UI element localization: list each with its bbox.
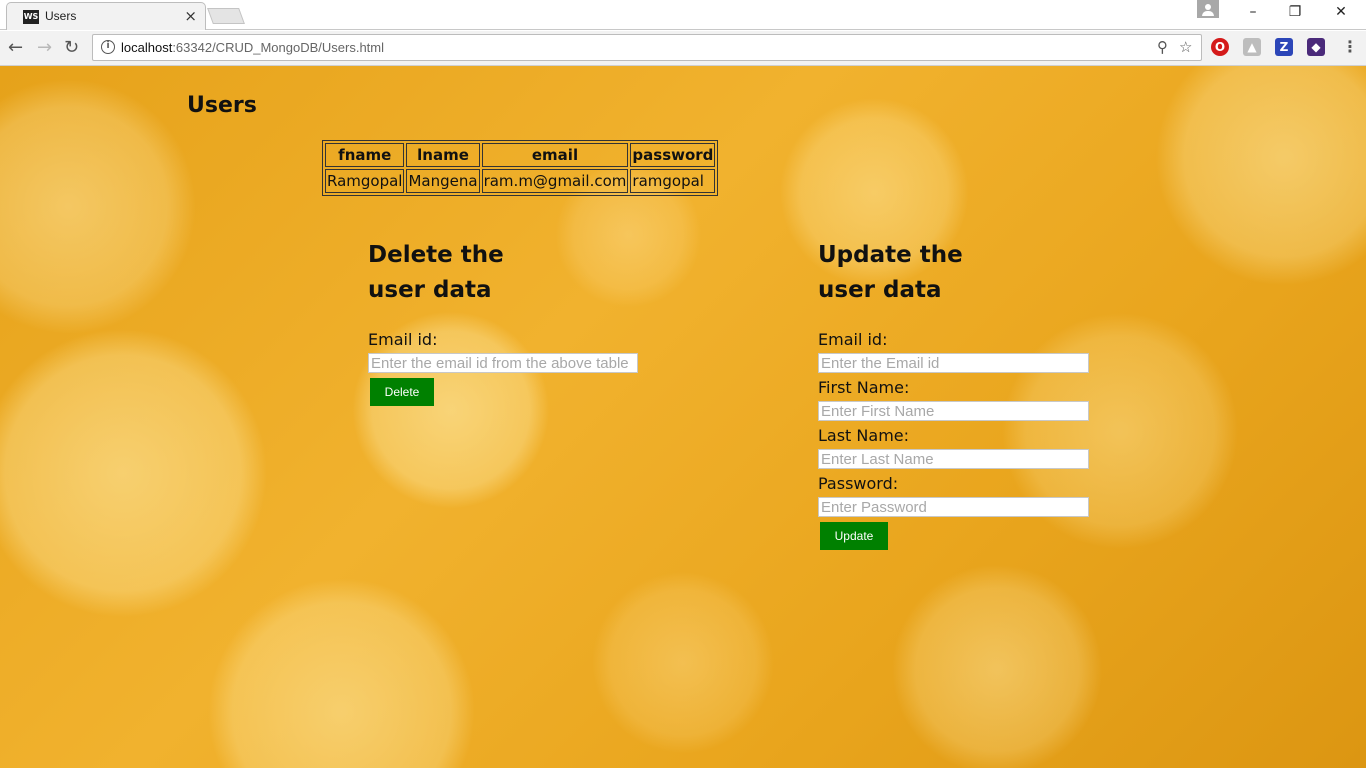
zotero-icon[interactable]: Z (1275, 38, 1293, 56)
update-heading: Update the user data (818, 238, 978, 308)
table-header-row: fname lname email password (325, 143, 716, 167)
delete-email-label: Email id: (368, 330, 438, 349)
last-name-input[interactable] (818, 449, 1089, 469)
delete-button[interactable]: Delete (370, 378, 434, 406)
extension-icon[interactable]: ◆ (1307, 38, 1325, 56)
delete-heading-line2: user data (368, 277, 492, 303)
update-email-input[interactable] (818, 353, 1089, 373)
cell-email: ram.m@gmail.com (481, 169, 629, 193)
table-row: Ramgopal Mangena ram.m@gmail.com ramgopa… (325, 169, 716, 193)
first-name-label: First Name: (818, 378, 910, 397)
update-heading-line2: user data (818, 277, 942, 303)
header-password: password (630, 143, 716, 167)
back-icon[interactable]: ← (8, 37, 23, 58)
url-text: localhost:63342/CRUD_MongoDB/Users.html (121, 40, 385, 55)
address-bar[interactable]: i localhost:63342/CRUD_MongoDB/Users.htm… (92, 34, 1202, 61)
last-name-label: Last Name: (818, 426, 910, 445)
header-lname: lname (406, 143, 480, 167)
restore-icon[interactable]: ❐ (1272, 4, 1318, 24)
opera-icon[interactable]: O (1211, 38, 1229, 56)
new-tab-button[interactable] (207, 8, 245, 24)
tab-strip: WS Users × – ❐ ✕ (0, 0, 1366, 30)
page-title: Users (187, 93, 257, 118)
star-icon[interactable]: ☆ (1179, 38, 1192, 56)
menu-icon[interactable]: ⋮ (1342, 37, 1358, 56)
delete-heading-line1: Delete the (368, 242, 504, 268)
tab-close-icon[interactable]: × (184, 7, 197, 25)
tab-title: Users (45, 9, 77, 23)
cell-fname: Ramgopal (325, 169, 405, 193)
reload-icon[interactable]: ↻ (64, 37, 79, 58)
password-input[interactable] (818, 497, 1089, 517)
browser-toolbar: ← → ↻ i localhost:63342/CRUD_MongoDB/Use… (0, 31, 1366, 66)
cell-lname: Mangena (406, 169, 480, 193)
minimize-icon[interactable]: – (1230, 4, 1276, 24)
zoom-icon[interactable]: ⚲ (1157, 38, 1168, 56)
update-email-label: Email id: (818, 330, 888, 349)
first-name-input[interactable] (818, 401, 1089, 421)
page-content: Users fname lname email password Ramgopa… (0, 66, 1366, 768)
header-email: email (481, 143, 629, 167)
delete-email-input[interactable] (368, 353, 638, 373)
users-table: fname lname email password Ramgopal Mang… (322, 140, 719, 196)
profile-icon[interactable] (1197, 0, 1219, 18)
cell-password: ramgopal (630, 169, 716, 193)
header-fname: fname (325, 143, 405, 167)
webstorm-favicon-icon: WS (23, 10, 39, 24)
update-heading-line1: Update the (818, 242, 963, 268)
page-viewport: Users fname lname email password Ramgopa… (0, 66, 1366, 768)
info-icon[interactable]: i (101, 40, 115, 54)
browser-tab[interactable]: WS Users × (6, 2, 206, 30)
window-close-icon[interactable]: ✕ (1318, 4, 1364, 24)
forward-icon[interactable]: → (37, 37, 52, 58)
update-button[interactable]: Update (820, 522, 888, 550)
drive-icon[interactable]: ▲ (1243, 38, 1261, 56)
delete-heading: Delete the user data (368, 238, 528, 308)
password-label: Password: (818, 474, 899, 493)
